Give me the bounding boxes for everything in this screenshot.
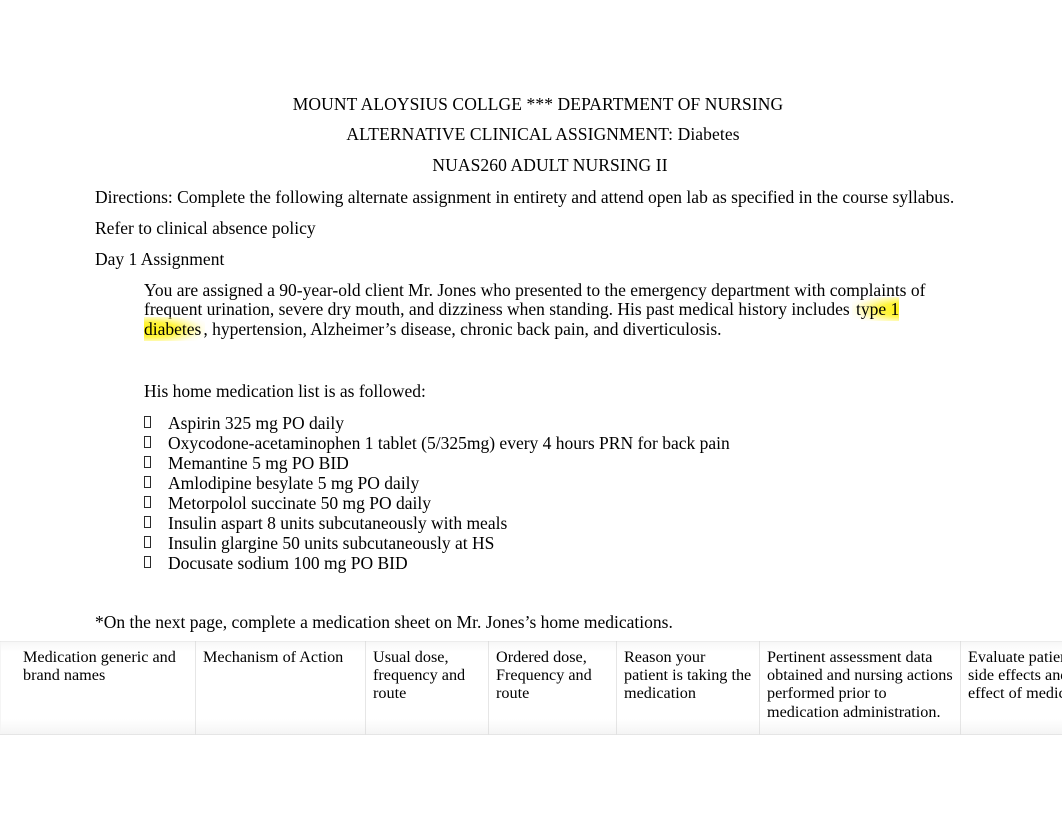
scenario-text-before: You are assigned a 90-year-old client Mr… [144, 280, 926, 320]
directions-paragraph: Directions: Complete the following alter… [95, 187, 955, 207]
medication-text: Memantine 5 mg PO BID [168, 453, 349, 473]
column-header-assessment-data: Pertinent assessment data obtained and n… [759, 641, 961, 735]
bullet-box-icon [144, 536, 151, 548]
bullet-box-icon [144, 456, 151, 468]
document-title-course: NUAS260 ADULT NURSING II [0, 155, 1062, 175]
next-page-footnote: *On the next page, complete a medication… [95, 612, 673, 632]
scenario-text-after: , hypertension, Alzheimer’s disease, chr… [203, 318, 722, 339]
medication-list-intro: His home medication list is as followed: [144, 381, 426, 401]
medication-text: Insulin glargine 50 units subcutaneously… [168, 533, 495, 553]
list-item: Metorpolol succinate 50 mg PO daily [144, 493, 730, 513]
document-title-assignment: ALTERNATIVE CLINICAL ASSIGNMENT: Diabete… [0, 124, 1062, 144]
title-institution-text: MOUNT ALOYSIUS COLLGE *** DEPARTMENT OF … [292, 94, 784, 114]
column-header-ordered-dose: Ordered dose, Frequency and route [488, 641, 617, 735]
medication-text: Metorpolol succinate 50 mg PO daily [168, 493, 431, 513]
medication-text: Insulin aspart 8 units subcutaneously wi… [168, 513, 508, 533]
bullet-box-icon [144, 416, 151, 428]
medication-text: Oxycodone-acetaminophen 1 tablet (5/325m… [168, 433, 730, 453]
medication-sheet-table: Medication generic and brand names Mecha… [0, 641, 1062, 735]
list-item: Docusate sodium 100 mg PO BID [144, 553, 730, 573]
medication-text: Docusate sodium 100 mg PO BID [168, 553, 408, 573]
patient-scenario-paragraph: You are assigned a 90-year-old client Mr… [144, 280, 940, 341]
day-one-heading: Day 1 Assignment [95, 249, 225, 269]
list-item: Insulin glargine 50 units subcutaneously… [144, 533, 730, 553]
refer-policy-line: Refer to clinical absence policy [95, 218, 316, 238]
bullet-box-icon [144, 496, 151, 508]
medication-text: Amlodipine besylate 5 mg PO daily [168, 473, 420, 493]
document-page: MOUNT ALOYSIUS COLLGE *** DEPARTMENT OF … [0, 0, 1062, 822]
medication-text: Aspirin 325 mg PO daily [168, 413, 344, 433]
list-item: Oxycodone-acetaminophen 1 tablet (5/325m… [144, 433, 730, 453]
home-medication-list: Aspirin 325 mg PO daily Oxycodone-acetam… [144, 413, 730, 573]
column-header-medication-names: Medication generic and brand names [0, 641, 196, 735]
column-header-evaluate-responses: Evaluate patient responses, side effects… [960, 641, 1062, 735]
list-item: Amlodipine besylate 5 mg PO daily [144, 473, 730, 493]
title-assignment-text: ALTERNATIVE CLINICAL ASSIGNMENT: Diabete… [346, 124, 740, 144]
bullet-box-icon [144, 556, 151, 568]
table-header-row: Medication generic and brand names Mecha… [0, 641, 1062, 735]
bullet-box-icon [144, 476, 151, 488]
list-item: Insulin aspart 8 units subcutaneously wi… [144, 513, 730, 533]
column-header-usual-dose: Usual dose, frequency and route [365, 641, 489, 735]
bullet-box-icon [144, 516, 151, 528]
title-course-text: NUAS260 ADULT NURSING II [432, 155, 668, 175]
column-header-reason-for-medication: Reason your patient is taking the medica… [616, 641, 760, 735]
list-item: Memantine 5 mg PO BID [144, 453, 730, 473]
column-header-mechanism-of-action: Mechanism of Action [195, 641, 366, 735]
list-item: Aspirin 325 mg PO daily [144, 413, 730, 433]
bullet-box-icon [144, 436, 151, 448]
document-title-institution: MOUNT ALOYSIUS COLLGE *** DEPARTMENT OF … [0, 94, 1062, 114]
